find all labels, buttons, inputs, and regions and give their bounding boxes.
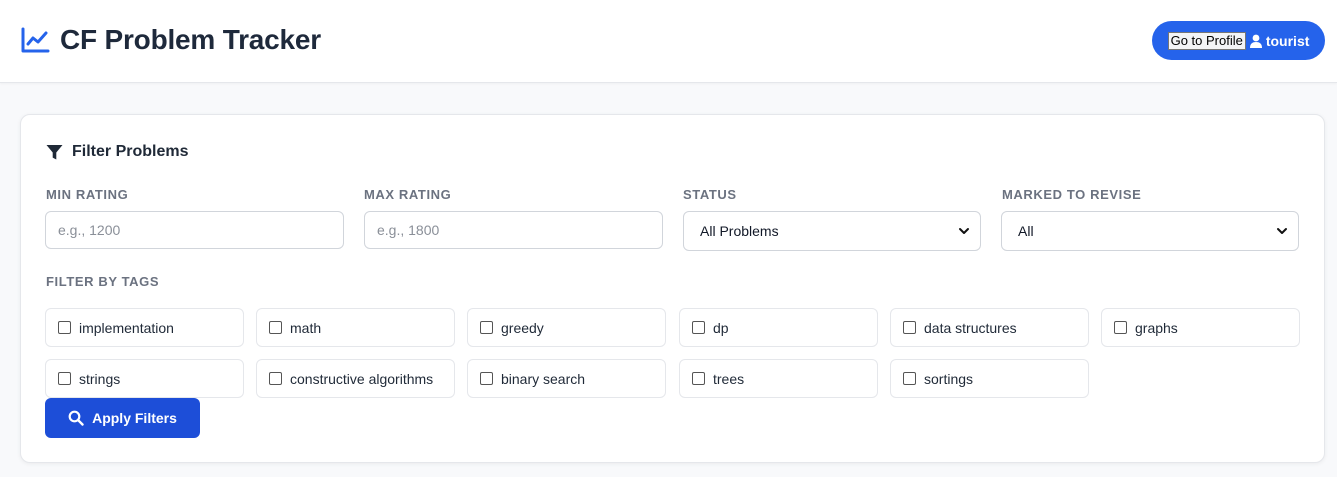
tag-label: implementation	[79, 319, 174, 336]
filter-card-header: Filter Problems	[46, 143, 188, 161]
tag-label: binary search	[501, 370, 586, 387]
min-rating-label: MIN RATING	[46, 187, 129, 202]
chart-line-icon	[20, 25, 50, 55]
app-title: CF Problem Tracker	[60, 24, 321, 55]
username: tourist	[1265, 32, 1310, 49]
status-select[interactable]: All Problems	[683, 211, 981, 251]
tag-label: constructive algorithms	[290, 370, 434, 387]
tag-checkbox[interactable]	[692, 321, 705, 334]
brand: CF Problem Tracker	[20, 24, 321, 56]
tag-data-structures[interactable]: data structures	[890, 308, 1089, 347]
user-icon	[1249, 34, 1263, 48]
tag-math[interactable]: math	[256, 308, 455, 347]
revise-label: MARKED TO REVISE	[1002, 187, 1142, 202]
tag-label: trees	[713, 370, 745, 387]
max-rating-label: MAX RATING	[364, 187, 452, 202]
tag-binary-search[interactable]: binary search	[467, 359, 666, 398]
tag-label: graphs	[1135, 319, 1178, 336]
chevron-down-icon	[1276, 225, 1288, 237]
tag-checkbox[interactable]	[692, 372, 705, 385]
top-bar: CF Problem Tracker Go to Profile tourist	[0, 0, 1337, 83]
apply-filters-label: Apply Filters	[92, 410, 177, 426]
tag-checkbox[interactable]	[1114, 321, 1127, 334]
tag-strings[interactable]: strings	[45, 359, 244, 398]
apply-filters-button[interactable]: Apply Filters	[45, 398, 200, 438]
tag-label: data structures	[924, 319, 1017, 336]
tag-implementation[interactable]: implementation	[45, 308, 244, 347]
status-selected-value: All Problems	[700, 223, 779, 239]
chevron-down-icon	[958, 225, 970, 237]
tag-checkbox[interactable]	[58, 321, 71, 334]
profile-button[interactable]: Go to Profile tourist	[1152, 21, 1325, 60]
status-label: STATUS	[683, 187, 737, 202]
go-to-profile-label[interactable]: Go to Profile	[1167, 31, 1246, 50]
tag-checkbox[interactable]	[480, 321, 493, 334]
tag-label: math	[290, 319, 322, 336]
tags-label: FILTER BY TAGS	[46, 274, 160, 289]
min-rating-input[interactable]	[45, 211, 344, 249]
tag-greedy[interactable]: greedy	[467, 308, 666, 347]
tag-label: sortings	[924, 370, 974, 387]
tag-sortings[interactable]: sortings	[890, 359, 1089, 398]
tag-checkbox[interactable]	[269, 372, 282, 385]
tag-label: dp	[713, 319, 729, 336]
tag-label: greedy	[501, 319, 544, 336]
tag-dp[interactable]: dp	[679, 308, 878, 347]
tag-graphs[interactable]: graphs	[1101, 308, 1300, 347]
tag-checkbox[interactable]	[903, 321, 916, 334]
filter-icon	[46, 144, 63, 161]
revise-select[interactable]: All	[1001, 211, 1299, 251]
tag-checkbox[interactable]	[903, 372, 916, 385]
revise-selected-value: All	[1018, 223, 1034, 239]
tag-constructive-algorithms[interactable]: constructive algorithms	[256, 359, 455, 398]
max-rating-input[interactable]	[364, 211, 663, 249]
search-icon	[68, 410, 84, 426]
tag-trees[interactable]: trees	[679, 359, 878, 398]
tag-checkbox[interactable]	[58, 372, 71, 385]
filter-card: Filter Problems MIN RATING MAX RATING ST…	[20, 114, 1325, 463]
tag-label: strings	[79, 370, 121, 387]
tag-checkbox[interactable]	[480, 372, 493, 385]
tag-checkbox[interactable]	[269, 321, 282, 334]
filter-card-title: Filter Problems	[72, 143, 189, 160]
